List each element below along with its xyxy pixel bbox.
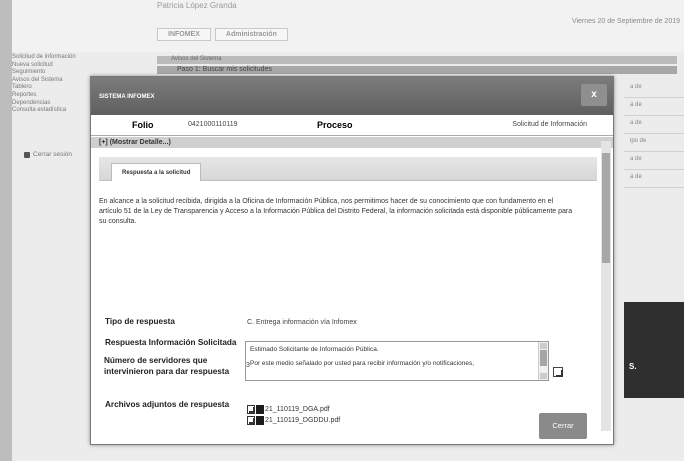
sidebar-item-solicitud[interactable]: Solicitud de información — [12, 54, 104, 62]
pdf-icon — [256, 405, 264, 414]
table-cell: a de — [624, 170, 684, 188]
logout-link[interactable]: Cerrar sesión — [24, 151, 72, 158]
folio-row: Folio 0421000110119 Proceso Solicitud de… — [91, 116, 613, 136]
scroll-down-arrow[interactable] — [540, 373, 547, 379]
show-details-toggle[interactable]: [+] (Mostrar Detalle...) — [91, 137, 613, 148]
folio-label: Folio — [132, 120, 154, 130]
logout-icon — [24, 151, 30, 158]
cerrar-button[interactable]: Cerrar — [539, 413, 587, 439]
servidores-label: Número de servidores que intervinieron p… — [104, 356, 230, 376]
user-name: Patricia López Granda — [157, 1, 237, 10]
folio-value: 0421000110119 — [188, 121, 238, 128]
photo-frame: Patricia López Granda Viernes 20 de Sept… — [0, 0, 684, 461]
table-cell: a de — [624, 116, 684, 134]
tab-administracion[interactable]: Administración — [214, 28, 288, 41]
textarea-scrollbar[interactable] — [538, 342, 548, 380]
tab-respuesta[interactable]: Respuesta a la solicitud — [111, 163, 202, 181]
intro-text: En alcance a la solicitud recibida, diri… — [99, 198, 573, 225]
date-label: Viernes 20 de Septiembre de 2019 — [571, 18, 680, 25]
background-dark-panel — [624, 302, 684, 398]
show-details-label: (Mostrar Detalle...) — [109, 139, 171, 146]
file-link[interactable]: 21_110119_DGDDU.pdf — [247, 416, 340, 425]
scroll-up-arrow[interactable] — [540, 343, 547, 349]
main-tabs: INFOMEX Administración — [157, 28, 288, 41]
expand-icon: [+] — [99, 139, 108, 146]
table-cell: a de — [624, 80, 684, 98]
modal-title: SISTEMA INFOMEX — [99, 94, 155, 100]
tab-infomex[interactable]: INFOMEX — [157, 28, 211, 41]
proceso-value: Solicitud de Información — [512, 121, 587, 128]
edit-icon — [247, 416, 255, 425]
archivos-label: Archivos adjuntos de respuesta — [105, 400, 230, 409]
proceso-label: Proceso — [317, 120, 353, 130]
file-link[interactable]: 21_110119_DGA.pdf — [247, 405, 330, 414]
step-bar: Paso 1: Buscar mis solicitudes — [157, 66, 677, 74]
respuesta-line: Estimado Solicitante de Información Públ… — [250, 346, 379, 353]
background-table: a de a de a de ipo de a de a de — [624, 80, 684, 188]
table-cell: ipo de — [624, 134, 684, 152]
pdf-icon — [256, 416, 264, 425]
table-cell: a de — [624, 98, 684, 116]
close-button[interactable]: x — [581, 84, 607, 106]
respuesta-label: Respuesta Información Solicitada — [105, 338, 237, 347]
file-name: 21_110119_DGA.pdf — [265, 406, 330, 413]
tipo-respuesta-label: Tipo de respuesta — [105, 317, 175, 326]
edit-icon — [247, 405, 255, 414]
response-modal: SISTEMA INFOMEX x Folio 0421000110119 Pr… — [90, 76, 614, 445]
background-header: Patricia López Granda Viernes 20 de Sept… — [12, 0, 684, 52]
modal-scrollbar[interactable] — [601, 141, 611, 431]
respuesta-line: Por este medio señalado por usted para r… — [250, 360, 475, 367]
system-notices-bar: Avisos del Sistema — [157, 56, 677, 64]
logout-label: Cerrar sesión — [33, 151, 73, 158]
tipo-respuesta-value: C. Entrega información vía Infomex — [247, 319, 357, 326]
servidores-value: 3 — [246, 362, 250, 369]
scroll-thumb[interactable] — [540, 350, 547, 366]
file-name: 21_110119_DGDDU.pdf — [265, 417, 341, 424]
response-content: Respuesta a la solicitud En alcance a la… — [99, 157, 597, 431]
modal-title-bar: SISTEMA INFOMEX x — [91, 77, 613, 115]
tab-strip: Respuesta a la solicitud — [99, 157, 597, 181]
table-cell: a de — [624, 152, 684, 170]
sidebar-item-nueva[interactable]: Nueva solicitud — [12, 62, 104, 70]
background-dark-text: S. — [629, 362, 637, 371]
respuesta-textarea[interactable]: Estimado Solicitante de Información Públ… — [245, 341, 549, 381]
edit-icon[interactable] — [553, 367, 563, 377]
modal-scroll-thumb[interactable] — [602, 153, 610, 263]
